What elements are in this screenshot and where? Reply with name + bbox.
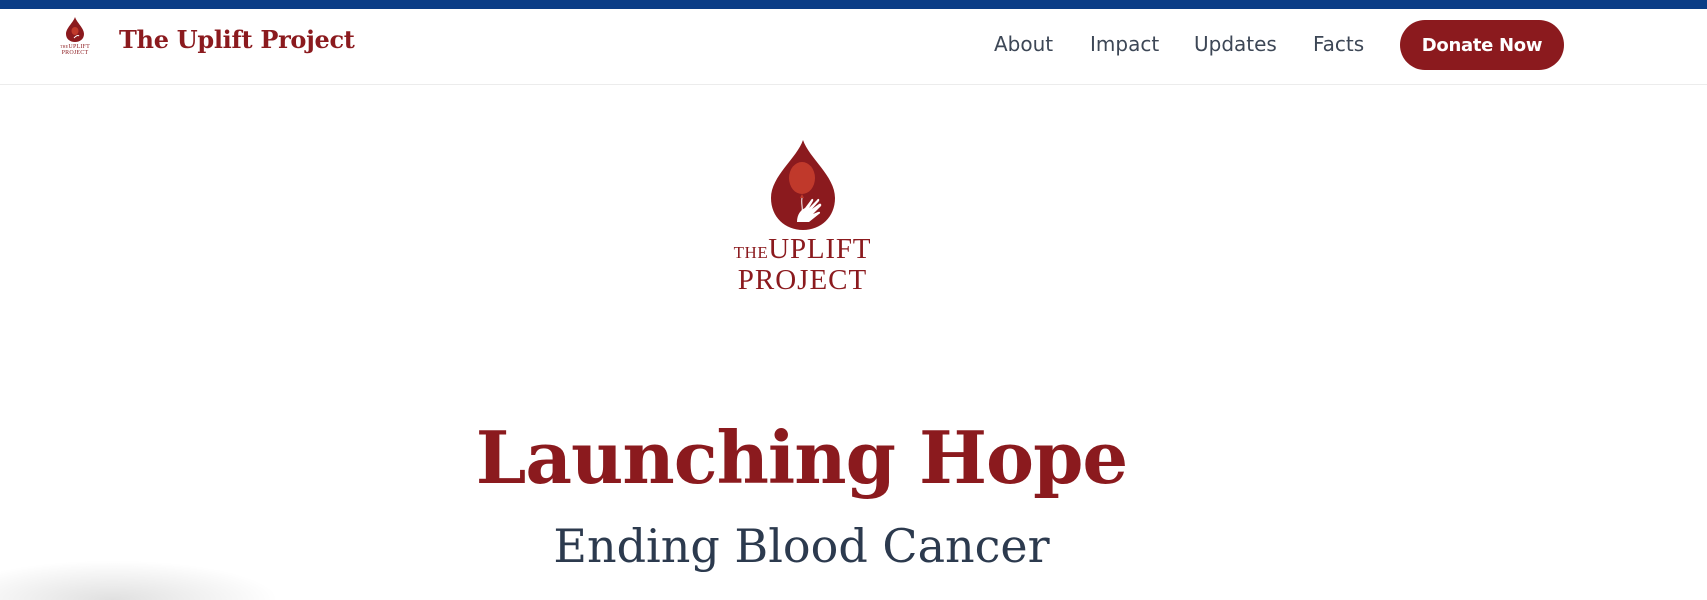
hero-logo-text: THEUPLIFT PROJECT bbox=[733, 233, 872, 296]
nav-link-impact[interactable]: Impact bbox=[1090, 32, 1159, 56]
hero-title: Launching Hope bbox=[475, 415, 1128, 500]
hero-logo: THEUPLIFT PROJECT bbox=[725, 138, 880, 298]
blood-drop-balloon-hand-icon bbox=[770, 140, 835, 230]
nav-link-updates[interactable]: Updates bbox=[1194, 32, 1277, 56]
site-header: THEUPLIFT PROJECT The Uplift Project Abo… bbox=[0, 9, 1707, 85]
nav-link-about[interactable]: About bbox=[994, 32, 1053, 56]
floating-widget-shadow bbox=[0, 560, 280, 600]
top-accent-stripe bbox=[0, 0, 1707, 9]
nav-link-facts[interactable]: Facts bbox=[1313, 32, 1364, 56]
main-nav: About Impact Updates Facts Donate Now bbox=[0, 9, 1707, 85]
donate-now-button[interactable]: Donate Now bbox=[1400, 20, 1564, 70]
